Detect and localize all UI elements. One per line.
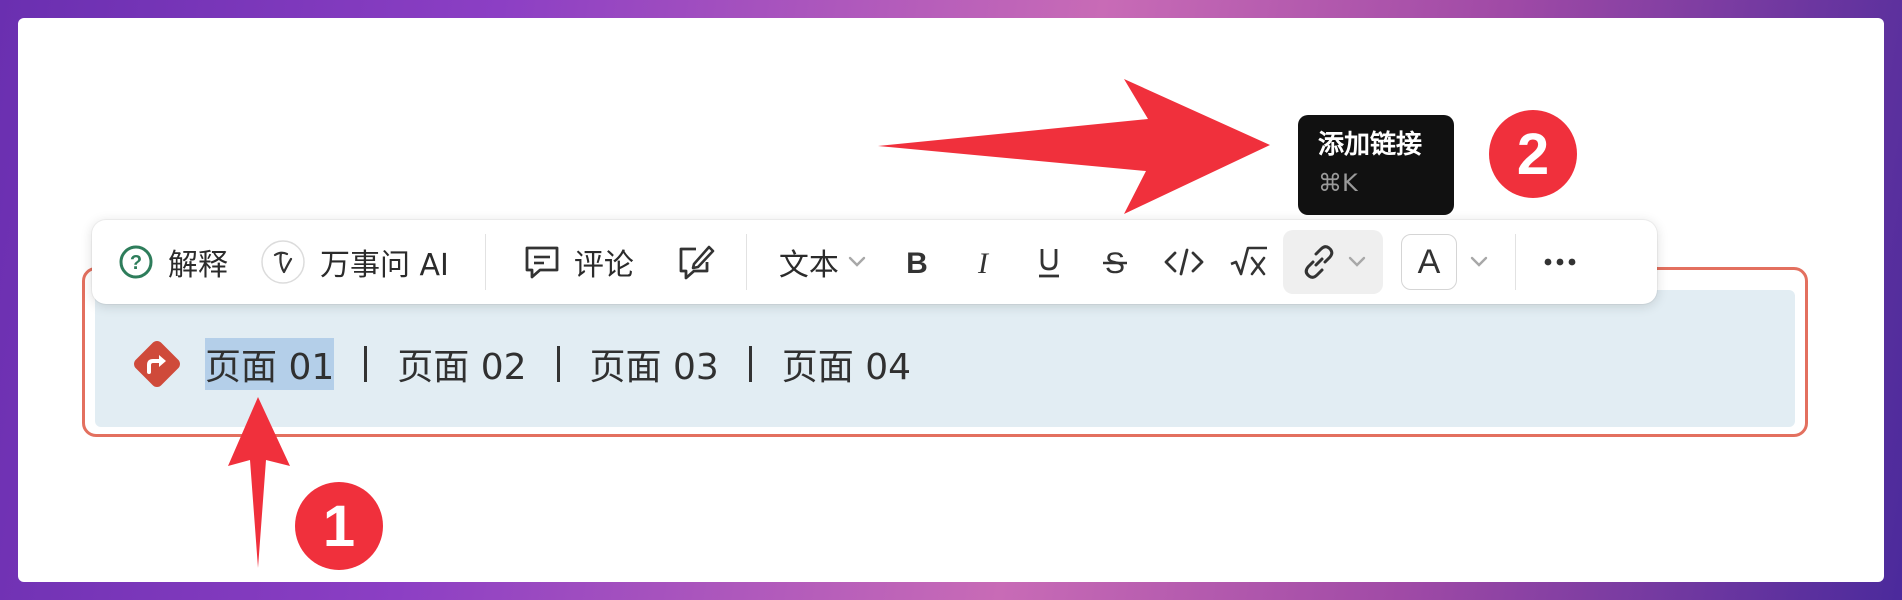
- font-color-dropdown[interactable]: A: [1400, 232, 1489, 292]
- callout-block[interactable]: 页面 01 页面 02 页面 03 页面 04: [95, 290, 1795, 427]
- explain-label: 解释: [168, 248, 228, 283]
- italic-icon: I: [967, 244, 999, 280]
- edit-note-icon: [674, 242, 716, 282]
- more-icon: [1542, 256, 1578, 268]
- ai-label: 万事问 AI: [320, 248, 449, 283]
- svg-text:I: I: [977, 247, 990, 280]
- strikethrough-icon: S: [1099, 244, 1131, 280]
- strikethrough-button[interactable]: S: [1099, 232, 1131, 292]
- font-color-swatch: A: [1400, 234, 1457, 290]
- page-link-01[interactable]: 页面 01: [205, 337, 335, 390]
- toolbar-divider: [745, 234, 747, 290]
- chevron-down-icon: [1469, 255, 1489, 269]
- tooltip-title: 添加链接: [1318, 130, 1423, 160]
- chevron-down-icon: [847, 255, 867, 269]
- divider-pipe: [364, 345, 368, 382]
- link-icon: [1299, 242, 1339, 282]
- page-link-04[interactable]: 页面 04: [782, 338, 911, 390]
- text-style-dropdown[interactable]: 文本: [779, 232, 867, 292]
- page-link-03[interactable]: 页面 03: [590, 338, 719, 390]
- text-style-label: 文本: [778, 248, 839, 283]
- add-link-tooltip: 添加链接 ⌘K: [1298, 115, 1454, 215]
- toolbar-divider: [1514, 234, 1516, 290]
- formula-icon: [1229, 244, 1269, 280]
- ai-spark-icon: [260, 239, 306, 285]
- divider-pipe: [556, 345, 560, 382]
- more-button[interactable]: [1542, 232, 1578, 292]
- chevron-down-icon: [1347, 255, 1367, 269]
- toolbar-divider: [484, 234, 486, 290]
- comment-button[interactable]: 评论: [522, 232, 634, 292]
- code-icon: [1163, 245, 1205, 279]
- underline-button[interactable]: [1033, 232, 1065, 292]
- help-circle-icon: ?: [118, 244, 154, 280]
- inline-code-button[interactable]: [1163, 232, 1205, 292]
- edit-note-button[interactable]: [674, 232, 716, 292]
- add-link-button[interactable]: [1282, 230, 1383, 294]
- bold-button[interactable]: B: [901, 232, 933, 292]
- bold-icon: B: [901, 244, 933, 280]
- step-badge-1: 1: [295, 482, 383, 570]
- floating-format-toolbar: ? 解释 万事问 AI 评论 文本 B I S A: [92, 220, 1657, 304]
- formula-button[interactable]: [1229, 232, 1269, 292]
- italic-button[interactable]: I: [967, 232, 999, 292]
- svg-text:B: B: [906, 247, 928, 280]
- divider-pipe: [748, 345, 752, 382]
- explain-button[interactable]: ? 解释: [118, 232, 228, 292]
- tooltip-shortcut: ⌘K: [1318, 169, 1358, 197]
- underline-icon: [1033, 243, 1065, 281]
- comment-label: 评论: [573, 248, 634, 283]
- page-link-02[interactable]: 页面 02: [397, 338, 526, 390]
- comment-icon: [522, 243, 562, 281]
- step-badge-2: 2: [1489, 110, 1577, 198]
- svg-text:?: ?: [130, 252, 142, 274]
- redirect-arrow-icon[interactable]: [131, 338, 183, 390]
- page-links-row: 页面 01 页面 02 页面 03 页面 04: [205, 337, 911, 390]
- ask-ai-button[interactable]: 万事问 AI: [260, 232, 449, 292]
